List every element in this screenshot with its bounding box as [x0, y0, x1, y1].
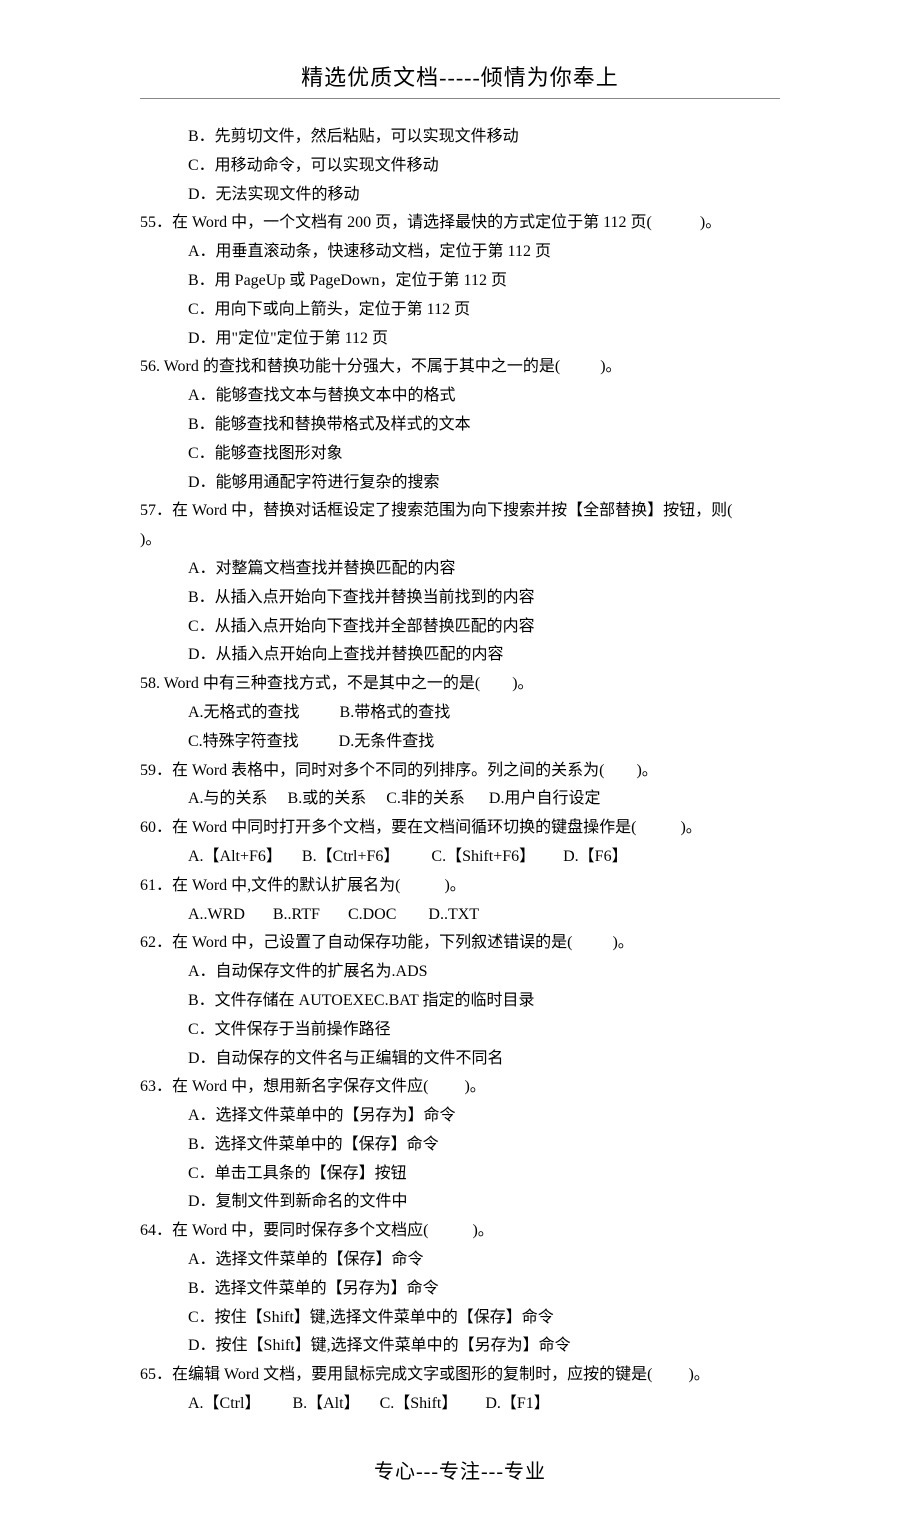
option-line: D．从插入点开始向上查找并替换匹配的内容 — [140, 641, 780, 670]
question-line: 58. Word 中有三种查找方式，不是其中之一的是( )。 — [140, 670, 780, 699]
option-line: C．用向下或向上箭头，定位于第 112 页 — [140, 296, 780, 325]
header-divider — [140, 98, 780, 99]
question-line: 55．在 Word 中，一个文档有 200 页，请选择最快的方式定位于第 112… — [140, 209, 780, 238]
question-line: 56. Word 的查找和替换功能十分强大，不属于其中之一的是( )。 — [140, 353, 780, 382]
option-line: B．先剪切文件，然后粘贴，可以实现文件移动 — [140, 123, 780, 152]
option-line: C.特殊字符查找 D.无条件查找 — [140, 728, 780, 757]
option-line: D．无法实现文件的移动 — [140, 181, 780, 210]
option-line: C．单击工具条的【保存】按钮 — [140, 1160, 780, 1189]
option-line: D．自动保存的文件名与正编辑的文件不同名 — [140, 1045, 780, 1074]
option-line: C．按住【Shift】键,选择文件菜单中的【保存】命令 — [140, 1304, 780, 1333]
question-line: 62．在 Word 中，己设置了自动保存功能，下列叙述错误的是( )。 — [140, 929, 780, 958]
question-line: 64．在 Word 中，要同时保存多个文档应( )。 — [140, 1217, 780, 1246]
page-header: 精选优质文档-----倾情为你奉上 — [140, 60, 780, 92]
question-line: 57．在 Word 中，替换对话框设定了搜索范围为向下搜索并按【全部替换】按钮，… — [140, 497, 780, 555]
document-content: B．先剪切文件，然后粘贴，可以实现文件移动C．用移动命令，可以实现文件移动D．无… — [140, 123, 780, 1419]
option-line: A.与的关系 B.或的关系 C.非的关系 D.用户自行设定 — [140, 785, 780, 814]
option-line: C．用移动命令，可以实现文件移动 — [140, 152, 780, 181]
question-line: 59．在 Word 表格中，同时对多个不同的列排序。列之间的关系为( )。 — [140, 757, 780, 786]
option-line: D．用"定位"定位于第 112 页 — [140, 325, 780, 354]
question-line: 65．在编辑 Word 文档，要用鼠标完成文字或图形的复制时，应按的键是( )。 — [140, 1361, 780, 1390]
option-line: A.【Alt+F6】 B.【Ctrl+F6】 C.【Shift+F6】 D.【F… — [140, 843, 780, 872]
option-line: D．能够用通配字符进行复杂的搜索 — [140, 469, 780, 498]
option-line: C．文件保存于当前操作路径 — [140, 1016, 780, 1045]
option-line: A．用垂直滚动条，快速移动文档，定位于第 112 页 — [140, 238, 780, 267]
option-line: A．自动保存文件的扩展名为.ADS — [140, 958, 780, 987]
option-line: A..WRD B..RTF C.DOC D..TXT — [140, 901, 780, 930]
question-line: 61．在 Word 中,文件的默认扩展名为( )。 — [140, 872, 780, 901]
document-page: 精选优质文档-----倾情为你奉上 B．先剪切文件，然后粘贴，可以实现文件移动C… — [0, 0, 920, 1524]
option-line: B．文件存储在 AUTOEXEC.BAT 指定的临时目录 — [140, 987, 780, 1016]
option-line: B．选择文件菜单的【另存为】命令 — [140, 1275, 780, 1304]
option-line: D．复制文件到新命名的文件中 — [140, 1188, 780, 1217]
option-line: B．能够查找和替换带格式及样式的文本 — [140, 411, 780, 440]
option-line: A.【Ctrl】 B.【Alt】 C.【Shift】 D.【F1】 — [140, 1390, 780, 1419]
option-line: C．能够查找图形对象 — [140, 440, 780, 469]
page-footer: 专心---专注---专业 — [140, 1455, 780, 1484]
option-line: A．能够查找文本与替换文本中的格式 — [140, 382, 780, 411]
option-line: A．选择文件菜单中的【另存为】命令 — [140, 1102, 780, 1131]
option-line: B．选择文件菜单中的【保存】命令 — [140, 1131, 780, 1160]
option-line: C．从插入点开始向下查找并全部替换匹配的内容 — [140, 613, 780, 642]
option-line: D．按住【Shift】键,选择文件菜单中的【另存为】命令 — [140, 1332, 780, 1361]
option-line: A．选择文件菜单的【保存】命令 — [140, 1246, 780, 1275]
option-line: A.无格式的查找 B.带格式的查找 — [140, 699, 780, 728]
option-line: B．从插入点开始向下查找并替换当前找到的内容 — [140, 584, 780, 613]
question-line: 63．在 Word 中，想用新名字保存文件应( )。 — [140, 1073, 780, 1102]
question-line: 60．在 Word 中同时打开多个文档，要在文档间循环切换的键盘操作是( )。 — [140, 814, 780, 843]
option-line: A．对整篇文档查找并替换匹配的内容 — [140, 555, 780, 584]
option-line: B．用 PageUp 或 PageDown，定位于第 112 页 — [140, 267, 780, 296]
